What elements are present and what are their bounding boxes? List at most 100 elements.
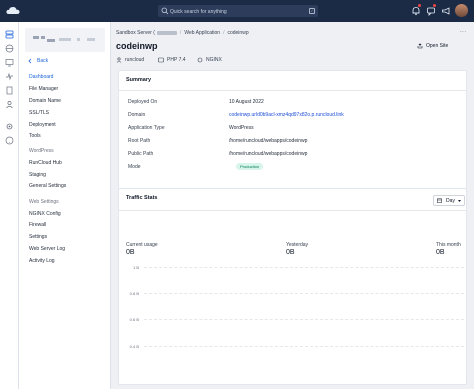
open-site-label: Open Site <box>426 43 449 49</box>
stat-label-current: Current usage <box>126 242 158 248</box>
grid-line <box>144 293 464 294</box>
sidebar-item-activity-log[interactable]: Activity Log <box>29 258 55 264</box>
stat-label-yesterday: Yesterday <box>286 242 309 248</box>
y-tick-label: 0.4 B <box>129 344 139 349</box>
page-title: codeinwp <box>116 41 158 51</box>
breadcrumb: Sandbox Server ( / Web Application / cod… <box>116 29 249 36</box>
sidebar-item-dashboard[interactable]: Dashboard <box>29 74 53 80</box>
search-bar[interactable]: Quick search for anything / <box>158 5 318 17</box>
help-icon[interactable] <box>5 136 14 145</box>
grid-line <box>144 267 464 268</box>
traffic-stats-card: Traffic Stats Day Current usage 0B Yeste… <box>118 188 467 385</box>
summary-value: /home/runcloud/webapps/codeinwp <box>229 151 308 157</box>
message-dot <box>433 4 436 7</box>
servers-icon[interactable] <box>5 30 14 39</box>
globe-icon[interactable] <box>5 44 14 53</box>
y-tick-label: 0.8 B <box>129 291 139 296</box>
users-icon[interactable] <box>5 100 14 109</box>
breadcrumb-section[interactable]: Web Application <box>184 30 220 36</box>
more-options-button[interactable]: ... <box>460 28 467 34</box>
breadcrumb-app: codeinwp <box>227 29 249 36</box>
app-card-blur <box>59 38 71 41</box>
sidebar-item-general-settings[interactable]: General Settings <box>29 183 66 189</box>
app-card-blur <box>77 38 80 41</box>
notification-dot <box>418 4 421 7</box>
app-card-blur <box>47 39 55 42</box>
runcloud-logo[interactable] <box>6 6 20 16</box>
sidebar-item-runcloud-hub[interactable]: RunCloud Hub <box>29 160 62 166</box>
summary-label: Root Path <box>128 138 151 144</box>
domain-link[interactable]: codeinwp.urld0b9acl-xmz4qd97x82o.p.runcl… <box>229 112 344 118</box>
sidebar-heading-web-settings: Web Settings <box>29 199 59 205</box>
stat-value-month: 0B <box>436 249 445 256</box>
monitor-icon[interactable] <box>5 58 14 67</box>
meta-server-type: NGINX <box>197 56 222 63</box>
meta-server-type-label: NGINX <box>206 56 222 63</box>
grid-line <box>144 319 464 320</box>
stat-value-yesterday: 0B <box>286 249 295 256</box>
y-tick-label: 1 B <box>132 265 139 270</box>
breadcrumb-redacted <box>156 30 177 35</box>
meta-user-label: runcloud <box>125 56 145 63</box>
summary-title: Summary <box>126 77 152 83</box>
app-card-blur <box>33 36 39 39</box>
activity-icon[interactable] <box>5 72 14 81</box>
range-select[interactable]: Day <box>433 195 465 206</box>
meta-php-label: PHP 7.4 <box>167 56 186 63</box>
user-avatar[interactable] <box>455 4 468 17</box>
main-content: Sandbox Server ( / Web Application / cod… <box>111 22 474 389</box>
search-icon <box>161 7 169 15</box>
summary-label: Public Path <box>128 151 154 157</box>
stat-label-month: This month <box>436 242 461 248</box>
book-icon[interactable] <box>5 86 14 95</box>
sidebar-item-settings[interactable]: Settings <box>29 234 47 240</box>
status-badge: Production <box>236 163 264 170</box>
php-icon <box>158 57 164 62</box>
user-icon <box>116 56 122 63</box>
sidebar-item-file-manager[interactable]: File Manager <box>29 86 58 92</box>
megaphone-icon <box>442 7 450 15</box>
summary-value: WordPress <box>229 125 254 131</box>
summary-label: Application Type <box>128 125 165 131</box>
breadcrumb-separator: / <box>223 29 225 36</box>
summary-label: Mode <box>128 164 141 170</box>
calendar-icon <box>437 198 442 203</box>
app-card-blur <box>87 38 95 41</box>
traffic-title: Traffic Stats <box>126 195 158 201</box>
announcements-button[interactable] <box>440 5 452 17</box>
summary-label: Deployed On <box>128 99 158 105</box>
nginx-icon <box>197 57 203 62</box>
sidebar-item-domain-name[interactable]: Domain Name <box>29 98 61 104</box>
gear-icon[interactable] <box>5 122 14 131</box>
stat-value-current: 0B <box>126 249 135 256</box>
summary-value: 10 August 2022 <box>229 99 264 105</box>
sidebar-item-ssl-tls[interactable]: SSL/TLS <box>29 110 49 116</box>
meta-user: runcloud <box>116 56 144 63</box>
notifications-button[interactable] <box>410 4 422 17</box>
top-bar: Quick search for anything / <box>0 0 474 22</box>
webapp-sidebar: Back Dashboard File Manager Domain Name … <box>19 22 111 389</box>
back-link[interactable]: Back <box>27 57 48 65</box>
search-shortcut-key: / <box>309 8 315 14</box>
open-site-button[interactable]: Open Site <box>417 42 448 50</box>
chevron-down-icon <box>457 199 461 202</box>
messages-button[interactable] <box>425 4 437 17</box>
sidebar-item-web-server-log[interactable]: Web Server Log <box>29 246 65 252</box>
sidebar-item-tools[interactable]: Tools <box>29 133 41 139</box>
sidebar-item-staging[interactable]: Staging <box>29 172 46 178</box>
app-card-blur <box>41 36 45 39</box>
sidebar-item-nginx-config[interactable]: NGINX Config <box>29 211 61 217</box>
share-icon <box>417 43 423 49</box>
divider <box>119 90 466 91</box>
range-select-label: Day <box>446 197 455 204</box>
summary-label: Domain <box>128 112 146 118</box>
divider <box>119 210 466 211</box>
breadcrumb-separator: / <box>179 29 182 36</box>
y-tick-label: 0.6 B <box>129 317 139 322</box>
sidebar-heading-wordpress: WordPress <box>29 148 54 154</box>
sidebar-item-firewall[interactable]: Firewall <box>29 222 46 228</box>
app-card <box>25 28 105 52</box>
breadcrumb-server[interactable]: Sandbox Server ( <box>116 30 155 36</box>
sidebar-item-deployment[interactable]: Deployment <box>29 122 56 128</box>
back-label: Back <box>37 58 49 64</box>
